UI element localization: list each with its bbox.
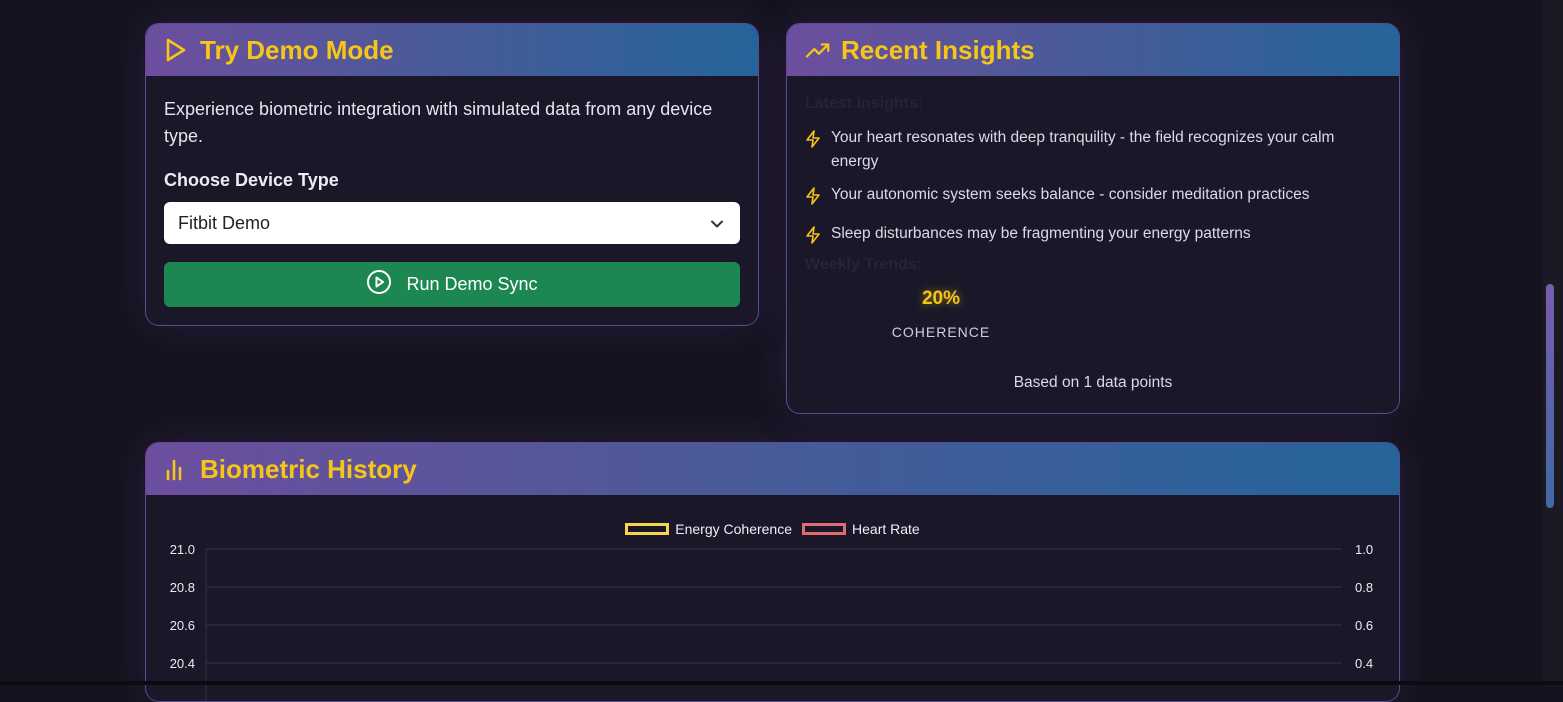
recent-insights-header: Recent Insights [787,24,1399,76]
data-points-note: Based on 1 data points [1013,374,1173,391]
play-circle-icon [366,269,406,300]
legend-swatch [802,523,847,535]
weekly-trends-heading: Weekly Trends: [805,256,923,273]
play-icon [164,37,190,63]
latest-insights-heading: Latest Insights: [805,95,924,112]
device-type-select[interactable]: Fitbit Demo [164,202,740,244]
demo-mode-title: Try Demo Mode [200,34,394,65]
legend-label: Energy Coherence [675,521,793,537]
demo-description: Experience biometric integration with si… [164,99,713,146]
y-left-tick-label: 20.6 [170,618,195,633]
chart-legend: Energy Coherence Heart Rate [146,521,1399,537]
y-left-tick-label: 20.4 [170,656,195,671]
biometric-history-header: Biometric History [146,443,1399,495]
device-type-value: Fitbit Demo [178,212,271,233]
legend-item-energy-coherence[interactable]: Energy Coherence [625,521,792,537]
coherence-value: 20% [921,288,961,309]
y-right-tick-label: 0.6 [1355,618,1373,633]
legend-swatch [625,523,670,535]
zap-icon [805,126,831,156]
chevron-down-icon [710,215,724,236]
zap-icon [805,222,831,252]
coherence-label: COHERENCE [891,324,991,340]
legend-label: Heart Rate [852,521,920,537]
list-item: Your autonomic system seeks balance - co… [805,183,1365,213]
y-right-tick-label: 0.4 [1355,656,1373,671]
run-demo-sync-label: Run Demo Sync [406,274,538,294]
y-left-tick-label: 20.8 [170,580,195,595]
insight-text: Sleep disturbances may be fragmenting yo… [831,225,1251,242]
biometric-history-chart: 21.0 1.0 20.8 0.8 20.6 0.6 20.4 0.4 [170,542,1373,701]
bottom-edge [0,681,1563,685]
biometric-history-title: Biometric History [200,453,417,484]
insight-text: Your autonomic system seeks balance - co… [831,186,1310,203]
demo-mode-header: Try Demo Mode [146,24,758,76]
y-right-tick-label: 0.8 [1355,580,1373,595]
list-item: Sleep disturbances may be fragmenting yo… [805,222,1365,252]
bar-chart-icon [164,456,190,482]
trending-up-icon [805,37,831,63]
run-demo-sync-button[interactable]: Run Demo Sync [164,262,740,307]
demo-mode-card: Try Demo Mode Experience biometric integ… [145,23,759,326]
recent-insights-title: Recent Insights [841,34,1035,65]
y-left-tick-label: 21.0 [170,542,195,557]
y-right-tick-label: 1.0 [1355,542,1373,557]
list-item: Your heart resonates with deep tranquili… [805,126,1365,174]
device-type-label: Choose Device Type [164,170,339,190]
recent-insights-card: Recent Insights Latest Insights: Your he… [786,23,1400,414]
scrollbar-track[interactable] [1543,0,1563,685]
insights-list: Your heart resonates with deep tranquili… [805,126,1365,261]
legend-item-heart-rate[interactable]: Heart Rate [802,521,920,537]
biometric-history-card: Biometric History Energy Coherence Heart… [145,442,1400,702]
insight-text: Your heart resonates with deep tranquili… [831,129,1335,170]
zap-icon [805,183,831,213]
scrollbar-thumb[interactable] [1546,284,1554,508]
